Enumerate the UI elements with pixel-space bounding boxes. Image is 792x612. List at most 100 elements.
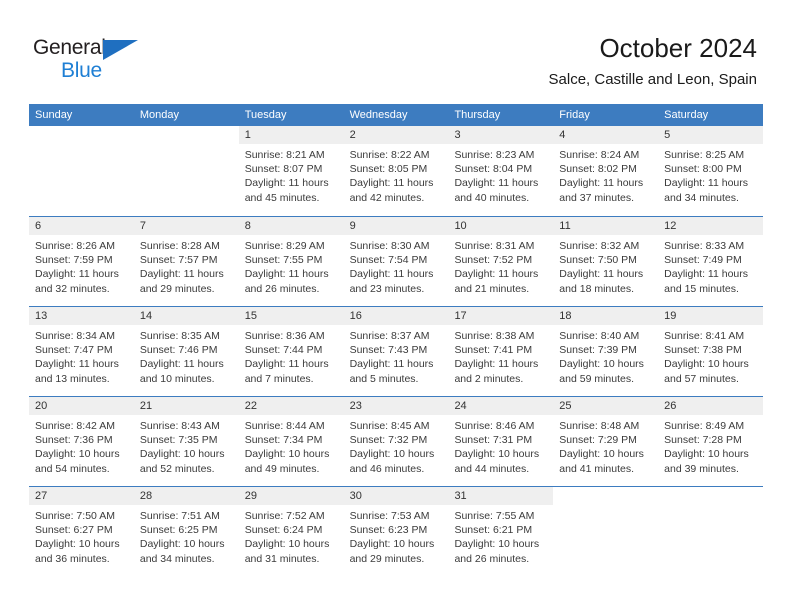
general-blue-logo[interactable]: General Blue <box>33 36 163 84</box>
sunrise-text: Sunrise: 8:24 AM <box>559 149 640 161</box>
calendar-day-cell[interactable]: 3 Sunrise: 8:23 AM Sunset: 8:04 PM Daylight… <box>448 126 554 216</box>
calendar-day-cell[interactable]: 2 Sunrise: 8:22 AM Sunset: 8:05 PM Daylight… <box>343 126 449 216</box>
day-number-band: 15 <box>238 307 344 325</box>
day-number-band: 10 <box>448 217 554 235</box>
day-details: Sunrise: 8:45 AM Sunset: 7:32 PM Daylight:… <box>344 415 449 476</box>
sunset-text: Sunset: 6:23 PM <box>349 524 428 537</box>
daylight-text: Daylight: 11 hours and 10 minutes. <box>139 358 224 385</box>
sunset-text: Sunset: 7:57 PM <box>139 254 218 267</box>
daylight-text: Daylight: 11 hours and 37 minutes. <box>559 177 644 204</box>
sunset-text: Sunset: 8:00 PM <box>664 163 742 176</box>
day-number: 27 <box>35 490 48 502</box>
sunset-text: Sunset: 8:07 PM <box>244 163 323 176</box>
calendar-week-row: 13 Sunrise: 8:34 AM Sunset: 7:47 PM Dayligh… <box>29 306 764 396</box>
day-number: 1 <box>244 129 251 141</box>
day-details: Sunrise: 8:48 AM Sunset: 7:29 PM Daylight:… <box>553 415 658 476</box>
sunrise-text: Sunrise: 8:35 AM <box>139 330 220 342</box>
sunrise-text: Sunrise: 8:33 AM <box>664 240 745 252</box>
calendar-day-cell[interactable]: 4 Sunrise: 8:24 AM Sunset: 8:02 PM Daylight… <box>553 126 659 216</box>
day-number-band: 8 <box>238 217 344 235</box>
day-number-band: 22 <box>238 397 344 415</box>
day-number: 13 <box>35 310 48 322</box>
sunset-text: Sunset: 7:35 PM <box>139 434 218 447</box>
calendar-day-cell[interactable]: 18 Sunrise: 8:40 AM Sunset: 7:39 PM Dayligh… <box>553 307 659 396</box>
daylight-text: Daylight: 11 hours and 42 minutes. <box>349 177 434 204</box>
calendar-day-cell[interactable]: 16 Sunrise: 8:37 AM Sunset: 7:43 PM Dayligh… <box>343 307 449 396</box>
day-details: Sunrise: 8:26 AM Sunset: 7:59 PM Daylight:… <box>29 235 134 296</box>
calendar-day-cell[interactable]: 12 Sunrise: 8:33 AM Sunset: 7:49 PM Dayligh… <box>658 217 764 306</box>
calendar-day-cell[interactable]: 9 Sunrise: 8:30 AM Sunset: 7:54 PM Daylight… <box>343 217 449 306</box>
day-details: Sunrise: 8:22 AM Sunset: 8:05 PM Daylight:… <box>344 144 449 205</box>
calendar-day-cell[interactable]: 29 Sunrise: 7:52 AM Sunset: 6:24 PM Dayligh… <box>238 487 344 576</box>
day-number: 26 <box>664 400 677 412</box>
calendar-day-cell[interactable]: 19 Sunrise: 8:41 AM Sunset: 7:38 PM Dayligh… <box>658 307 764 396</box>
calendar-day-cell[interactable]: 1 Sunrise: 8:21 AM Sunset: 8:07 PM Daylight… <box>238 126 344 216</box>
sunrise-text: Sunrise: 8:37 AM <box>349 330 430 342</box>
day-number-band: 12 <box>658 217 764 235</box>
calendar-day-cell[interactable]: 27 Sunrise: 7:50 AM Sunset: 6:27 PM Dayligh… <box>29 487 134 576</box>
weekday-monday: Monday <box>139 109 179 121</box>
calendar-day-cell[interactable]: 22 Sunrise: 8:44 AM Sunset: 7:34 PM Dayligh… <box>238 397 344 486</box>
calendar-week-row: 1 Sunrise: 8:21 AM Sunset: 8:07 PM Daylight… <box>29 126 764 216</box>
day-number-band: 25 <box>553 397 659 415</box>
calendar-day-cell[interactable]: 23 Sunrise: 8:45 AM Sunset: 7:32 PM Dayligh… <box>343 397 449 486</box>
sunset-text: Sunset: 7:32 PM <box>349 434 428 447</box>
day-details: Sunrise: 8:21 AM Sunset: 8:07 PM Daylight:… <box>239 144 344 205</box>
day-details: Sunrise: 8:44 AM Sunset: 7:34 PM Daylight:… <box>239 415 344 476</box>
sunrise-text: Sunrise: 8:43 AM <box>139 420 220 432</box>
sunset-text: Sunset: 7:46 PM <box>139 344 218 357</box>
daylight-text: Daylight: 10 hours and 31 minutes. <box>244 538 330 565</box>
day-number-band <box>658 487 764 505</box>
day-details: Sunrise: 8:23 AM Sunset: 8:04 PM Daylight:… <box>448 144 553 205</box>
calendar-day-cell[interactable]: 25 Sunrise: 8:48 AM Sunset: 7:29 PM Dayligh… <box>553 397 659 486</box>
calendar-day-cell[interactable]: 14 Sunrise: 8:35 AM Sunset: 7:46 PM Dayligh… <box>133 307 239 396</box>
day-number: 15 <box>244 310 257 322</box>
calendar-day-cell[interactable]: 8 Sunrise: 8:29 AM Sunset: 7:55 PM Daylight… <box>238 217 344 306</box>
logo-text-blue: Blue <box>61 59 102 82</box>
day-details: Sunrise: 8:46 AM Sunset: 7:31 PM Daylight:… <box>448 415 553 476</box>
calendar-day-cell[interactable]: 7 Sunrise: 8:28 AM Sunset: 7:57 PM Daylight… <box>133 217 239 306</box>
calendar-day-cell[interactable]: 20 Sunrise: 8:42 AM Sunset: 7:36 PM Dayligh… <box>29 397 134 486</box>
sunset-text: Sunset: 7:41 PM <box>454 344 533 357</box>
calendar-day-cell[interactable]: 13 Sunrise: 8:34 AM Sunset: 7:47 PM Dayligh… <box>29 307 134 396</box>
sunset-text: Sunset: 6:24 PM <box>244 524 323 537</box>
calendar-day-cell[interactable]: 21 Sunrise: 8:43 AM Sunset: 7:35 PM Dayligh… <box>133 397 239 486</box>
sunset-text: Sunset: 8:02 PM <box>559 163 637 176</box>
day-details: Sunrise: 8:28 AM Sunset: 7:57 PM Daylight:… <box>134 235 239 296</box>
daylight-text: Daylight: 10 hours and 29 minutes. <box>349 538 435 565</box>
day-number: 8 <box>244 220 251 232</box>
sunrise-text: Sunrise: 7:53 AM <box>349 510 430 522</box>
sunset-text: Sunset: 7:29 PM <box>559 434 637 447</box>
day-number-band: 19 <box>658 307 764 325</box>
day-details: Sunrise: 8:34 AM Sunset: 7:47 PM Daylight:… <box>29 325 134 386</box>
day-number-band: 7 <box>133 217 239 235</box>
calendar-day-cell[interactable]: 17 Sunrise: 8:38 AM Sunset: 7:41 PM Dayligh… <box>448 307 554 396</box>
calendar-day-cell[interactable]: 6 Sunrise: 8:26 AM Sunset: 7:59 PM Daylight… <box>29 217 134 306</box>
sunrise-text: Sunrise: 7:52 AM <box>244 510 325 522</box>
calendar-weeks: 1 Sunrise: 8:21 AM Sunset: 8:07 PM Daylight… <box>29 126 764 576</box>
calendar-day-cell[interactable]: 30 Sunrise: 7:53 AM Sunset: 6:23 PM Dayligh… <box>343 487 449 576</box>
calendar-day-cell[interactable]: 24 Sunrise: 8:46 AM Sunset: 7:31 PM Dayligh… <box>448 397 554 486</box>
calendar-day-cell[interactable]: 31 Sunrise: 7:55 AM Sunset: 6:21 PM Dayligh… <box>448 487 554 576</box>
day-number: 19 <box>664 310 677 322</box>
calendar-day-cell[interactable]: 26 Sunrise: 8:49 AM Sunset: 7:28 PM Dayligh… <box>658 397 764 486</box>
calendar-day-cell[interactable]: 5 Sunrise: 8:25 AM Sunset: 8:00 PM Daylight… <box>658 126 764 216</box>
daylight-text: Daylight: 10 hours and 57 minutes. <box>664 358 749 385</box>
day-details: Sunrise: 7:50 AM Sunset: 6:27 PM Daylight:… <box>29 505 134 566</box>
page-header: General Blue October 2024 Salce, Castill… <box>0 0 792 104</box>
sunset-text: Sunset: 7:49 PM <box>664 254 742 267</box>
daylight-text: Daylight: 10 hours and 41 minutes. <box>559 448 644 475</box>
calendar-day-cell[interactable]: 15 Sunrise: 8:36 AM Sunset: 7:44 PM Dayligh… <box>238 307 344 396</box>
calendar-day-cell[interactable]: 11 Sunrise: 8:32 AM Sunset: 7:50 PM Dayligh… <box>553 217 659 306</box>
sunset-text: Sunset: 7:34 PM <box>244 434 323 447</box>
daylight-text: Daylight: 10 hours and 36 minutes. <box>35 538 120 565</box>
day-number-band: 17 <box>448 307 554 325</box>
day-details: Sunrise: 7:52 AM Sunset: 6:24 PM Daylight:… <box>239 505 344 566</box>
calendar-day-cell[interactable]: 10 Sunrise: 8:31 AM Sunset: 7:52 PM Dayligh… <box>448 217 554 306</box>
calendar-day-cell[interactable]: 28 Sunrise: 7:51 AM Sunset: 6:25 PM Dayligh… <box>133 487 239 576</box>
day-number-band: 20 <box>29 397 134 415</box>
sunset-text: Sunset: 7:36 PM <box>35 434 113 447</box>
day-details: Sunrise: 8:29 AM Sunset: 7:55 PM Daylight:… <box>239 235 344 296</box>
day-number-band: 11 <box>553 217 659 235</box>
day-number: 14 <box>139 310 153 322</box>
